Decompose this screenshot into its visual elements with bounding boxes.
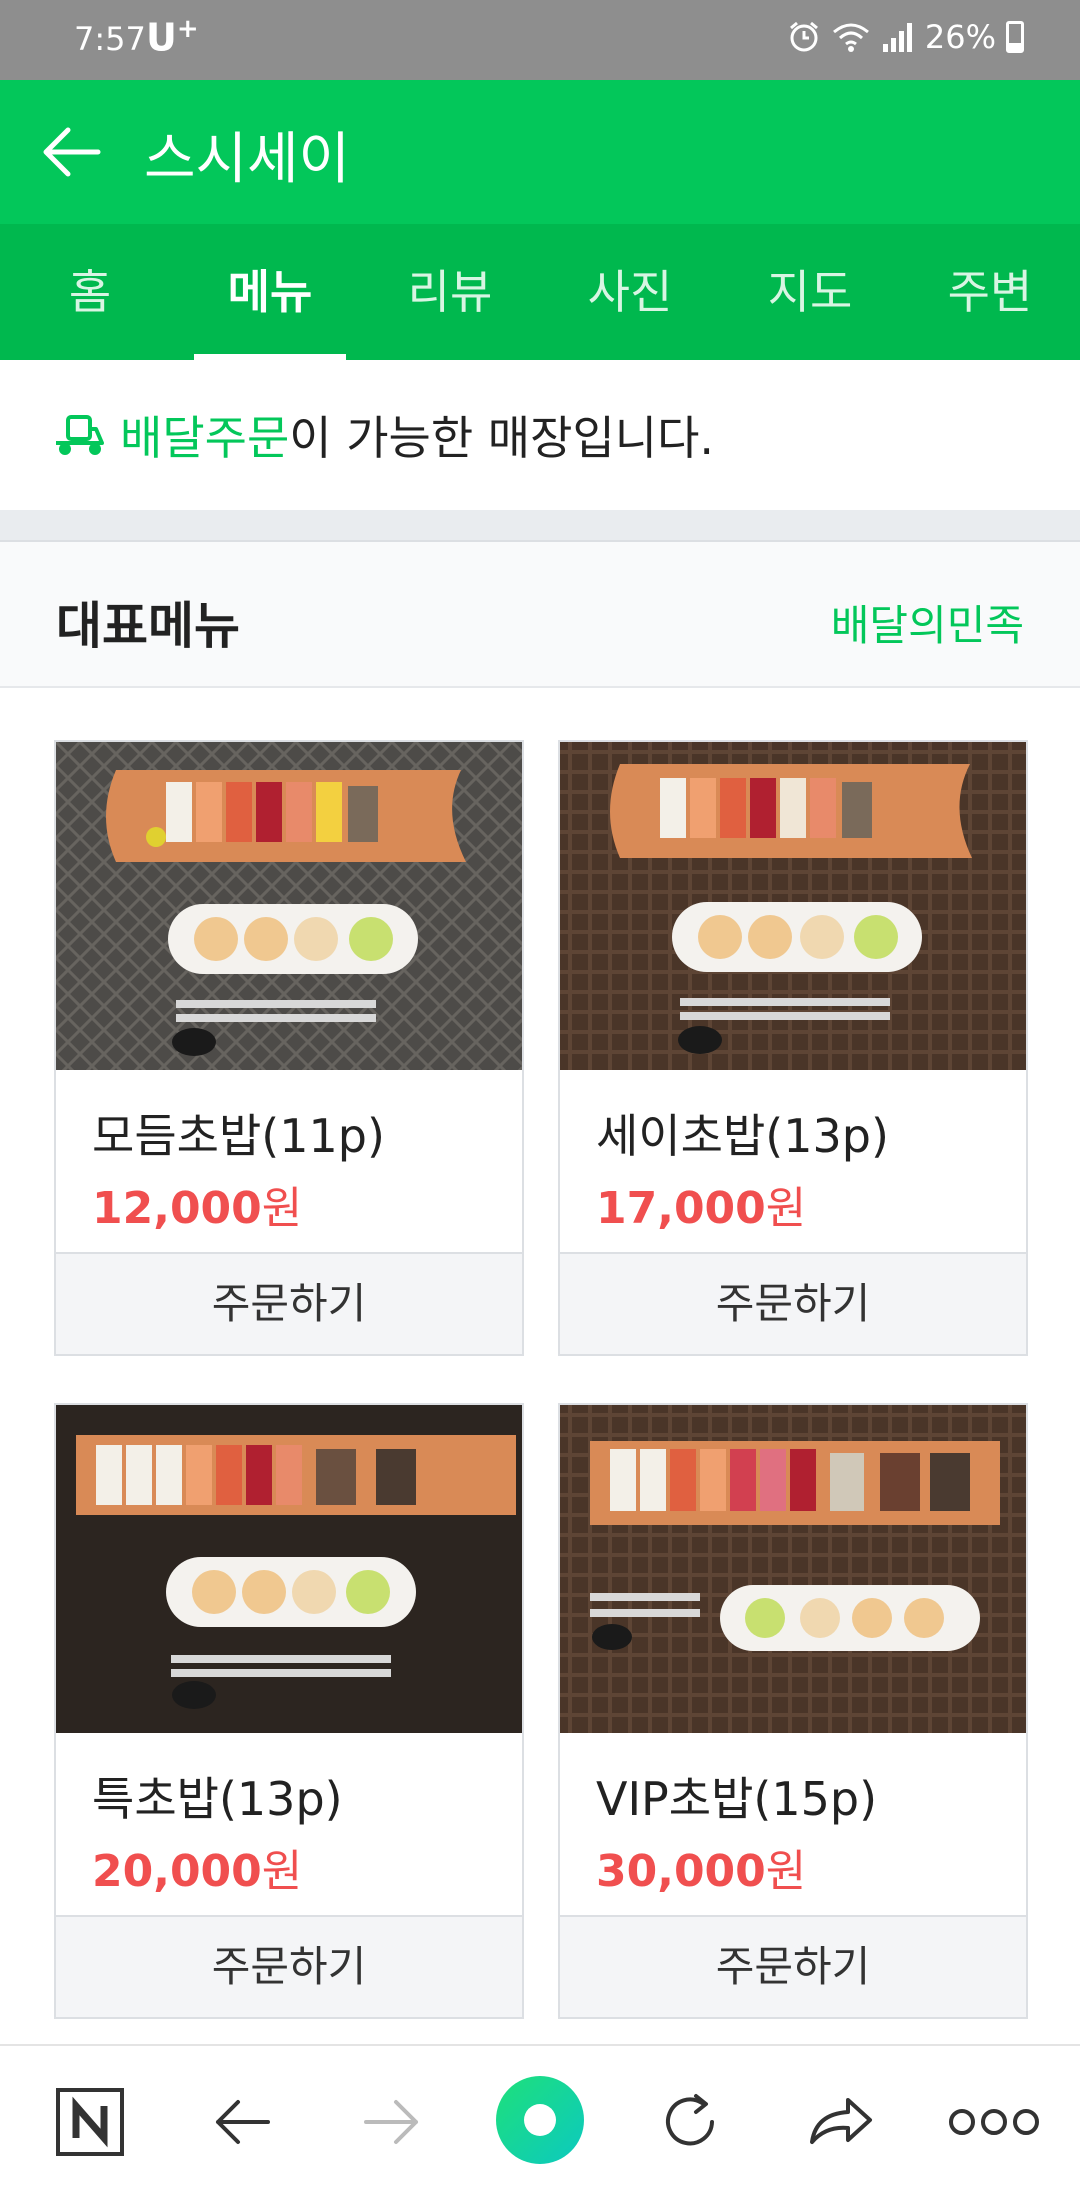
- delivery-notice: 배달주문 이 가능한 매장입니다.: [0, 360, 1080, 510]
- menu-name: VIP초밥(15p): [596, 1772, 878, 1826]
- menu-card[interactable]: VIP초밥(15p) 30,000원 주문하기: [558, 1403, 1028, 2019]
- menu-price: 12,000원: [92, 1183, 303, 1234]
- page-title: 스시세이: [144, 127, 351, 192]
- order-button[interactable]: 주문하기: [560, 1252, 1026, 1354]
- menu-name: 특초밥(13p): [92, 1772, 343, 1826]
- delivery-notice-text: 이 가능한 매장입니다.: [289, 411, 715, 465]
- menu-photo: [560, 1405, 1026, 1733]
- status-bar: 7:57 U+ 26%: [0, 0, 1080, 80]
- menu-card[interactable]: 모듬초밥(11p) 12,000원 주문하기: [54, 740, 524, 1356]
- tab-bar: 홈 메뉴 리뷰 사진 지도 주변: [0, 224, 1080, 360]
- menu-price: 30,000원: [596, 1846, 807, 1897]
- menu-price: 17,000원: [596, 1183, 807, 1234]
- order-button[interactable]: 주문하기: [56, 1252, 522, 1354]
- tab-nearby[interactable]: 주변: [900, 224, 1080, 360]
- menu-photo: [56, 1405, 522, 1733]
- naver-home-icon[interactable]: [46, 2078, 134, 2166]
- carrier-label: U+: [146, 14, 199, 60]
- menu-card[interactable]: 세이초밥(13p) 17,000원 주문하기: [558, 740, 1028, 1356]
- wifi-icon: [832, 23, 869, 52]
- tab-home[interactable]: 홈: [0, 224, 180, 360]
- delivery-scooter-icon: [56, 415, 104, 455]
- section-title: 대표메뉴: [56, 597, 240, 655]
- menu-name: 세이초밥(13p): [596, 1109, 889, 1163]
- status-icons: 26%: [787, 18, 1024, 56]
- section-divider: [0, 510, 1080, 542]
- menu-card[interactable]: 특초밥(13p) 20,000원 주문하기: [54, 1403, 524, 2019]
- green-dot-icon[interactable]: [494, 2074, 586, 2166]
- back-arrow-icon[interactable]: [198, 2078, 286, 2166]
- order-button[interactable]: 주문하기: [56, 1915, 522, 2017]
- app-header: 스시세이: [0, 80, 1080, 224]
- battery-icon: [1006, 21, 1024, 53]
- menu-photo: [560, 742, 1026, 1070]
- refresh-icon[interactable]: [646, 2078, 734, 2166]
- battery-percent: 26%: [924, 18, 996, 56]
- more-icon[interactable]: [944, 2078, 1044, 2166]
- menu-photo: [56, 742, 522, 1070]
- forward-arrow-icon[interactable]: [348, 2078, 436, 2166]
- tab-map[interactable]: 지도: [720, 224, 900, 360]
- tab-photo[interactable]: 사진: [540, 224, 720, 360]
- bottom-nav: [0, 2044, 1080, 2196]
- order-button[interactable]: 주문하기: [560, 1915, 1026, 2017]
- source-link[interactable]: 배달의민족: [831, 592, 1024, 653]
- section-header: 대표메뉴 배달의민족: [0, 542, 1080, 688]
- share-icon[interactable]: [796, 2078, 884, 2166]
- tab-review[interactable]: 리뷰: [360, 224, 540, 360]
- menu-name: 모듬초밥(11p): [92, 1109, 385, 1163]
- delivery-order-highlight: 배달주문: [120, 411, 290, 465]
- tab-menu[interactable]: 메뉴: [180, 224, 360, 360]
- status-time: 7:57: [74, 20, 146, 58]
- alarm-icon: [789, 21, 818, 52]
- menu-price: 20,000원: [92, 1846, 303, 1897]
- signal-icon: [882, 23, 912, 52]
- arrow-left-icon[interactable]: [36, 116, 108, 188]
